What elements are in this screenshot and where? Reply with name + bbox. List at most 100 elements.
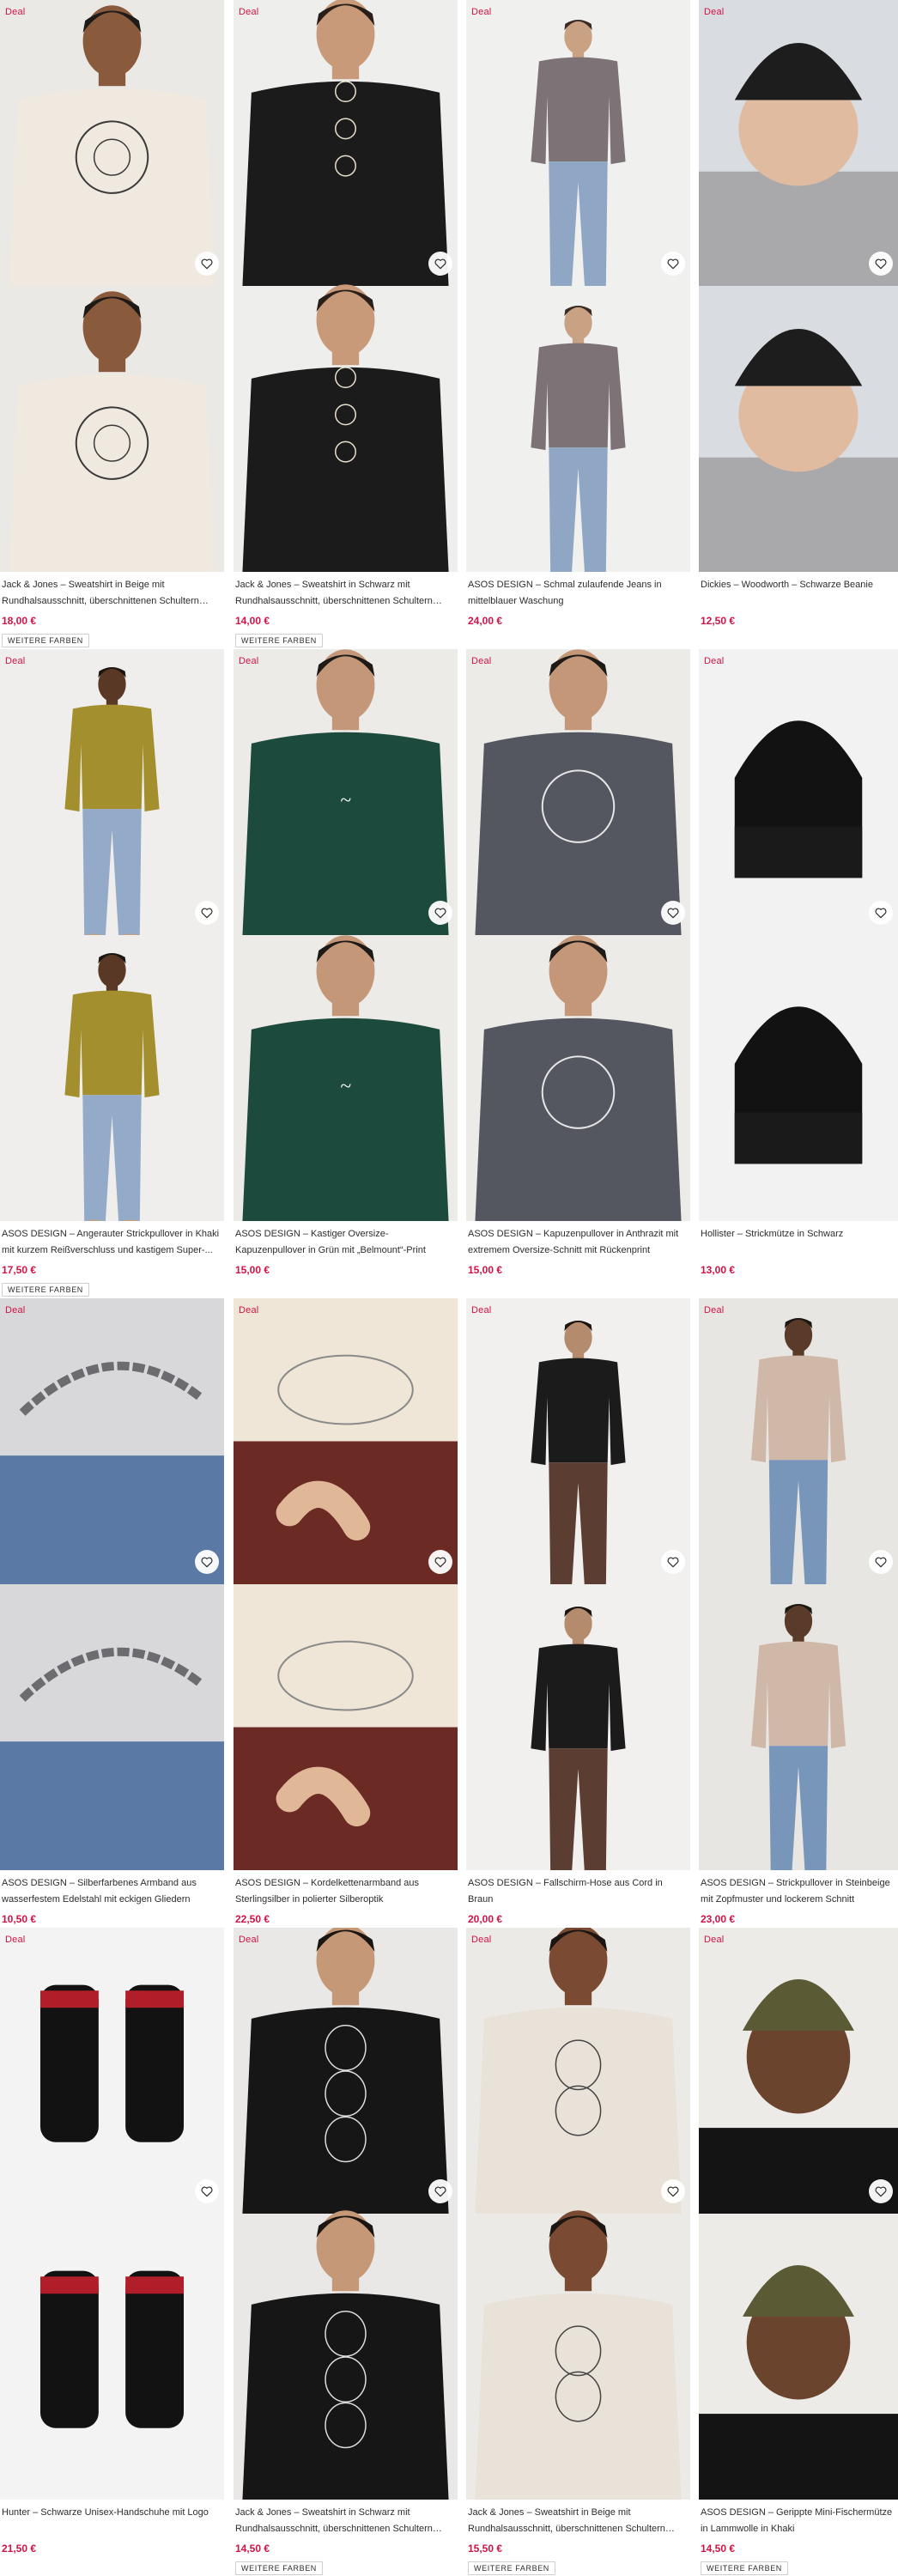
more-colors-button[interactable]: WEITERE FARBEN (235, 634, 323, 647)
product-price: 10,50 € (2, 1913, 37, 1925)
product-image[interactable] (699, 1928, 898, 2500)
heart-icon (200, 2184, 214, 2198)
heart-icon (874, 2184, 888, 2198)
product-image[interactable] (234, 0, 458, 572)
product-title[interactable]: ASOS DESIGN – Kordelkettenarmband aus St… (235, 1875, 454, 1908)
product-image[interactable] (699, 0, 898, 572)
save-for-later-button[interactable] (869, 1550, 893, 1574)
product-image[interactable] (466, 1928, 690, 2500)
heart-icon (874, 257, 888, 270)
product-card[interactable]: Deal ASOS DESIGN – Kordelkettenarmband au… (234, 1298, 458, 1947)
save-for-later-button[interactable] (195, 901, 219, 925)
product-image[interactable] (0, 1928, 224, 2500)
more-colors-button[interactable]: WEITERE FARBEN (468, 2561, 555, 2575)
product-card[interactable]: Deal Jack & Jones – Sweatshirt in Schwarz… (234, 0, 458, 649)
deal-badge: Deal (471, 656, 492, 666)
save-for-later-button[interactable] (869, 901, 893, 925)
save-for-later-button[interactable] (428, 2179, 452, 2203)
product-card[interactable]: Deal Jack & Jones – Sweatshirt in Beige m… (0, 0, 224, 649)
product-price: 13,00 € (701, 1264, 736, 1276)
product-image[interactable] (466, 0, 690, 572)
product-card[interactable]: ~ ~ Deal ASOS DESIGN – Kastiger Oversize-K… (234, 649, 458, 1298)
save-for-later-button[interactable] (428, 901, 452, 925)
product-price: 15,00 € (468, 1264, 503, 1276)
product-card[interactable]: Deal ASOS DESIGN – Kapuzenpullover in Ant… (466, 649, 690, 1298)
product-price: 14,50 € (701, 2543, 736, 2555)
product-price: 12,50 € (701, 615, 736, 627)
save-for-later-button[interactable] (661, 252, 685, 276)
product-title[interactable]: ASOS DESIGN – Angerauter Strickpullover … (2, 1226, 221, 1259)
product-card[interactable]: Deal Hunter – Schwarze Unisex-Handschuhe … (0, 1928, 224, 2576)
heart-icon (666, 2184, 680, 2198)
product-price: 15,50 € (468, 2543, 503, 2555)
product-title[interactable]: ASOS DESIGN – Silberfarbenes Armband aus… (2, 1875, 221, 1908)
product-title[interactable]: Jack & Jones – Sweatshirt in Beige mit R… (468, 2505, 687, 2537)
product-title[interactable]: Jack & Jones – Sweatshirt in Beige mit R… (2, 577, 221, 610)
product-title[interactable]: Jack & Jones – Sweatshirt in Schwarz mit… (235, 577, 454, 610)
product-price: 24,00 € (468, 615, 503, 627)
product-image[interactable] (699, 649, 898, 1221)
product-image[interactable]: ~ ~ (234, 649, 458, 1221)
product-card[interactable]: Deal ASOS DESIGN – Fallschirm-Hose aus Co… (466, 1298, 690, 1947)
product-price: 21,50 € (2, 2543, 37, 2555)
more-colors-button[interactable]: WEITERE FARBEN (2, 634, 89, 647)
product-price: 14,50 € (235, 2543, 270, 2555)
more-colors-button[interactable]: WEITERE FARBEN (701, 2561, 788, 2575)
save-for-later-button[interactable] (195, 252, 219, 276)
heart-icon (874, 906, 888, 920)
product-card[interactable]: Deal Dickies – Woodworth – Schwarze Beani… (699, 0, 898, 649)
heart-icon (434, 1555, 447, 1569)
save-for-later-button[interactable] (195, 1550, 219, 1574)
svg-text:~: ~ (340, 789, 351, 811)
product-title[interactable]: Hunter – Schwarze Unisex-Handschuhe mit … (2, 2505, 221, 2521)
product-title[interactable]: ASOS DESIGN – Kapuzenpullover in Anthraz… (468, 1226, 687, 1259)
product-card[interactable]: Deal ASOS DESIGN – Gerippte Mini-Fischerm… (699, 1928, 898, 2576)
product-price: 22,50 € (235, 1913, 270, 1925)
product-title[interactable]: Jack & Jones – Sweatshirt in Schwarz mit… (235, 2505, 454, 2537)
deal-badge: Deal (704, 1935, 725, 1945)
save-for-later-button[interactable] (869, 252, 893, 276)
product-image[interactable] (699, 1298, 898, 1870)
svg-text:~: ~ (340, 1075, 351, 1097)
product-card[interactable]: Deal ASOS DESIGN – Strickpullover in Stei… (699, 1298, 898, 1947)
product-image[interactable] (0, 649, 224, 1221)
heart-icon (666, 257, 680, 270)
heart-icon (666, 1555, 680, 1569)
heart-icon (200, 1555, 214, 1569)
deal-badge: Deal (5, 7, 26, 17)
save-for-later-button[interactable] (661, 901, 685, 925)
save-for-later-button[interactable] (428, 1550, 452, 1574)
save-for-later-button[interactable] (661, 1550, 685, 1574)
product-title[interactable]: ASOS DESIGN – Fallschirm-Hose aus Cord i… (468, 1875, 687, 1908)
heart-icon (434, 257, 447, 270)
product-image[interactable] (0, 0, 224, 572)
save-for-later-button[interactable] (195, 2179, 219, 2203)
product-card[interactable]: Deal ASOS DESIGN – Schmal zulaufende Jean… (466, 0, 690, 649)
product-image[interactable] (466, 649, 690, 1221)
product-title[interactable]: ASOS DESIGN – Kastiger Oversize-Kapuzenp… (235, 1226, 454, 1259)
product-card[interactable]: Deal ASOS DESIGN – Angerauter Strickpullo… (0, 649, 224, 1298)
save-for-later-button[interactable] (428, 252, 452, 276)
more-colors-button[interactable]: WEITERE FARBEN (2, 1283, 89, 1297)
deal-badge: Deal (471, 1935, 492, 1945)
product-title[interactable]: Hollister – Strickmütze in Schwarz (701, 1226, 895, 1242)
save-for-later-button[interactable] (661, 2179, 685, 2203)
product-card[interactable]: Deal Jack & Jones – Sweatshirt in Schwarz… (234, 1928, 458, 2576)
product-grid: Deal Jack & Jones – Sweatshirt in Beige m… (0, 0, 898, 2576)
product-title[interactable]: ASOS DESIGN – Gerippte Mini-Fischermütze… (701, 2505, 895, 2537)
product-card[interactable]: Deal Jack & Jones – Sweatshirt in Beige m… (466, 1928, 690, 2576)
product-title[interactable]: ASOS DESIGN – Strickpullover in Steinbei… (701, 1875, 895, 1908)
product-image[interactable] (234, 1928, 458, 2500)
product-title[interactable]: ASOS DESIGN – Schmal zulaufende Jeans in… (468, 577, 687, 610)
product-card[interactable]: Deal ASOS DESIGN – Silberfarbenes Armband… (0, 1298, 224, 1947)
more-colors-button[interactable]: WEITERE FARBEN (235, 2561, 323, 2575)
product-image[interactable] (466, 1298, 690, 1870)
product-card[interactable]: Deal Hollister – Strickmütze in Schwarz 13… (699, 649, 898, 1298)
deal-badge: Deal (704, 7, 725, 17)
product-image[interactable] (0, 1298, 224, 1870)
product-image[interactable] (234, 1298, 458, 1870)
product-price: 15,00 € (235, 1264, 270, 1276)
save-for-later-button[interactable] (869, 2179, 893, 2203)
heart-icon (200, 257, 214, 270)
product-title[interactable]: Dickies – Woodworth – Schwarze Beanie (701, 577, 895, 593)
